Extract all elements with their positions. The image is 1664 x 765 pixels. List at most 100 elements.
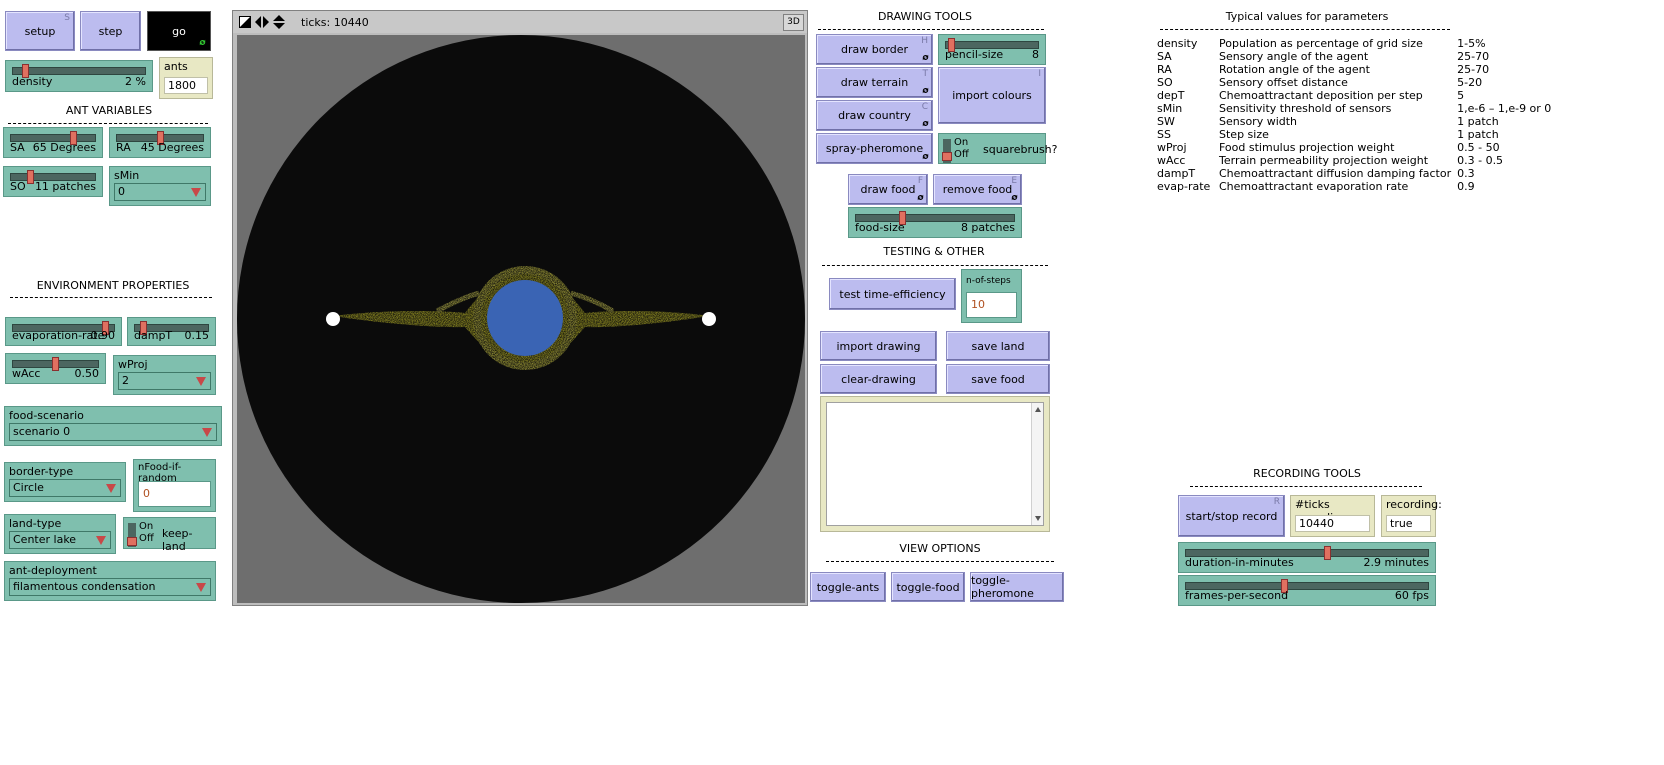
keep-land-label: keep-land <box>162 527 193 553</box>
three-d-button[interactable]: 3D <box>783 14 804 31</box>
sa-slider[interactable]: SA 65 Degrees <box>3 127 103 158</box>
smin-value: 0 <box>118 185 125 198</box>
param-row: sMin Sensitivity threshold of sensors 1,e-… <box>1157 102 1557 115</box>
output-textbox[interactable] <box>826 402 1044 526</box>
import-colours-button[interactable]: import colours I <box>938 67 1046 124</box>
draw-border-button[interactable]: draw border H <box>816 34 933 65</box>
keep-land-knob[interactable] <box>127 537 137 546</box>
duration-value: 2.9 minutes <box>1363 556 1429 569</box>
save-food-button[interactable]: save food <box>946 364 1050 394</box>
import-drawing-button[interactable]: import drawing <box>820 331 937 361</box>
toggle-food-label: toggle-food <box>896 580 960 594</box>
pencil-size-slider[interactable]: pencil-size 8 <box>938 34 1046 65</box>
go-button[interactable]: go <box>147 11 211 51</box>
param-row: density Population as percentage of grid … <box>1157 37 1557 50</box>
squarebrush-knob[interactable] <box>942 152 952 161</box>
ra-slider[interactable]: RA 45 Degrees <box>109 127 211 158</box>
draw-border-key: H <box>921 36 928 46</box>
param-value: 0.3 <box>1457 167 1475 180</box>
scroll-down-icon[interactable] <box>1035 516 1041 521</box>
duration-in-minutes-slider[interactable]: duration-in-minutes 2.9 minutes <box>1178 542 1436 573</box>
ant-deployment-chooser[interactable]: ant-deployment filamentous condensation <box>4 561 216 601</box>
param-desc: Terrain permeability projection weight <box>1219 154 1429 167</box>
param-desc: Step size <box>1219 128 1269 141</box>
clear-drawing-button[interactable]: clear-drawing <box>820 364 937 394</box>
toggle-ants-button[interactable]: toggle-ants <box>810 572 886 602</box>
ticks-counter: ticks: 10440 <box>301 16 369 29</box>
border-type-chooser[interactable]: border-type Circle <box>4 462 126 502</box>
world-canvas[interactable] <box>237 35 805 603</box>
param-desc: Chemoattractant deposition per step <box>1219 89 1423 102</box>
params-body: density Population as percentage of grid … <box>1157 37 1557 193</box>
draw-terrain-button[interactable]: draw terrain T <box>816 67 933 98</box>
border-type-select[interactable]: Circle <box>9 479 121 497</box>
food-source-right <box>702 312 716 326</box>
remove-food-button[interactable]: remove food E <box>933 174 1022 205</box>
wacc-thumb[interactable] <box>52 357 59 371</box>
food-scenario-label: food-scenario <box>9 409 84 422</box>
recording-value: true <box>1386 515 1431 532</box>
n-of-steps-input[interactable]: n-of-steps 10 <box>961 269 1022 323</box>
save-land-button[interactable]: save land <box>946 331 1050 361</box>
ra-value: 45 Degrees <box>140 141 204 154</box>
food-scenario-select[interactable]: scenario 0 <box>9 423 217 441</box>
param-name: RA <box>1157 63 1172 76</box>
border-type-label: border-type <box>9 465 74 478</box>
land-type-chooser[interactable]: land-type Center lake <box>4 514 116 554</box>
smin-select[interactable]: 0 <box>114 183 206 201</box>
ant-deployment-select[interactable]: filamentous condensation <box>9 578 211 596</box>
food-scenario-value: scenario 0 <box>13 425 71 438</box>
duration-thumb[interactable] <box>1324 546 1331 560</box>
resize-icon[interactable] <box>239 16 251 28</box>
output-scrollbar[interactable] <box>1031 403 1043 525</box>
draw-food-button[interactable]: draw food F <box>848 174 928 205</box>
scroll-up-icon[interactable] <box>1035 407 1041 412</box>
vertical-arrows-icon[interactable] <box>273 15 285 29</box>
ants-label: ants <box>164 60 188 73</box>
draw-country-button[interactable]: draw country C <box>816 100 933 131</box>
param-name: SA <box>1157 50 1172 63</box>
step-button[interactable]: step <box>80 11 141 51</box>
wproj-chooser[interactable]: wProj 2 <box>113 355 216 395</box>
toggle-pheromone-button[interactable]: toggle-pheromone <box>970 572 1064 602</box>
horizontal-arrows-icon[interactable] <box>255 16 269 28</box>
wproj-select[interactable]: 2 <box>118 372 211 390</box>
n-of-steps-field[interactable]: 10 <box>966 292 1017 318</box>
setup-button[interactable]: setup S <box>5 11 75 51</box>
world-view[interactable]: ticks: 10440 3D <box>232 10 808 606</box>
recording-tools-title: RECORDING TOOLS <box>1253 467 1361 480</box>
evaporation-rate-slider[interactable]: evaporation-rate 0.90 <box>5 317 122 346</box>
toggle-food-button[interactable]: toggle-food <box>891 572 965 602</box>
param-row: SW Sensory width 1 patch <box>1157 115 1557 128</box>
remove-food-label: remove food <box>942 183 1013 196</box>
test-time-efficiency-button[interactable]: test time-efficiency <box>829 278 956 310</box>
param-desc: Sensory width <box>1219 115 1298 128</box>
land-type-select[interactable]: Center lake <box>9 531 111 549</box>
nfood-field[interactable]: 0 <box>138 481 211 507</box>
keep-land-switch[interactable]: On Off keep-land <box>123 517 216 553</box>
so-value: 11 patches <box>34 180 96 193</box>
food-size-value: 8 patches <box>960 221 1015 234</box>
so-slider[interactable]: SO 11 patches <box>3 166 103 197</box>
so-thumb[interactable] <box>27 170 34 184</box>
squarebrush-switch[interactable]: On Off squarebrush? <box>938 133 1058 164</box>
param-name: wAcc <box>1157 154 1186 167</box>
param-value: 0.5 - 50 <box>1457 141 1500 154</box>
dampt-slider[interactable]: dampT 0.15 <box>127 317 216 346</box>
dropdown-arrow-icon <box>196 377 206 386</box>
squarebrush-on: On <box>954 137 969 148</box>
start-stop-record-button[interactable]: start/stop record R <box>1178 495 1285 537</box>
smin-chooser[interactable]: sMin 0 <box>109 166 211 206</box>
draw-terrain-key: T <box>922 69 929 79</box>
food-scenario-chooser[interactable]: food-scenario scenario 0 <box>4 406 222 446</box>
food-source-left <box>326 312 340 326</box>
frames-per-second-slider[interactable]: frames-per-second 60 fps <box>1178 575 1436 606</box>
density-slider[interactable]: density 2 % <box>5 60 153 92</box>
food-size-slider[interactable]: food-size 8 patches <box>848 207 1022 238</box>
wacc-slider[interactable]: wAcc 0.50 <box>5 353 106 384</box>
wproj-label: wProj <box>118 358 148 371</box>
params-table: density Population as percentage of grid … <box>1157 37 1557 193</box>
toggle-pheromone-label: toggle-pheromone <box>971 574 1034 600</box>
spray-pheromone-button[interactable]: spray-pheromone <box>816 133 933 164</box>
nfood-input[interactable]: nFood-if-random 0 <box>133 459 216 512</box>
